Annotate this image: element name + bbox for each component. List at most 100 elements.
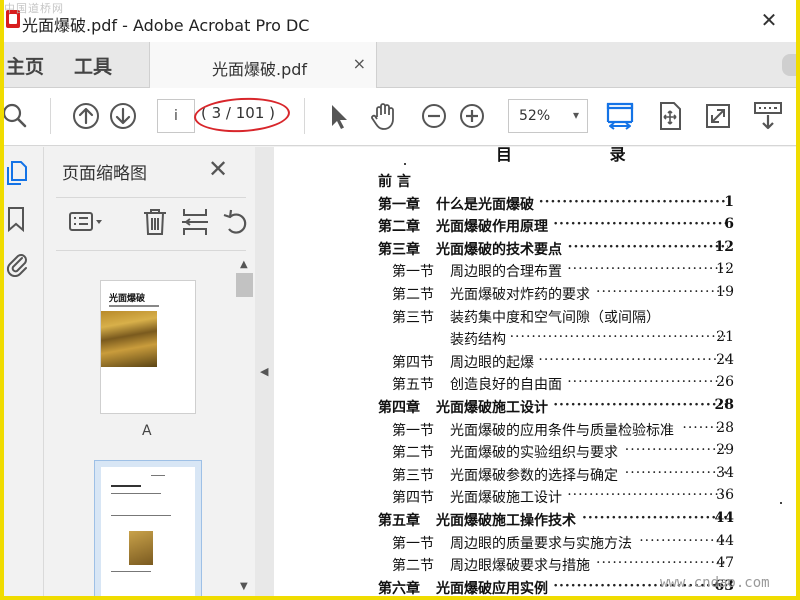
previous-page-button[interactable] (70, 100, 102, 132)
toc-page-number: 19 (716, 284, 734, 300)
thumbnails-scrollbar[interactable]: ▲ ▼ (235, 257, 255, 596)
thumbnail-options-button[interactable] (68, 205, 102, 239)
toc-title: 什么是光面爆破 (436, 196, 534, 213)
site-watermark: www.cndao.com (660, 575, 770, 591)
toc-page-number: 36 (716, 487, 734, 504)
toc-number: 第二节 (392, 558, 434, 575)
arrow-down-circle-icon (110, 103, 136, 129)
bookmarks-button[interactable] (4, 205, 30, 233)
toc-entry[interactable]: 第二节光面爆破的实验组织与要求 ·························… (274, 442, 796, 464)
tab-close-button[interactable]: × (353, 54, 366, 73)
toc-number: 第三章 (378, 241, 420, 258)
toc-title: 周边眼的合理布置 (450, 264, 562, 281)
toc-leader-dots: ········································… (567, 487, 728, 504)
toc-entry[interactable]: 第四节 光面爆破施工设计 ·····························… (274, 487, 796, 509)
keyboard-download-icon (754, 102, 782, 130)
toc-entry[interactable]: 第二节周边眼爆破要求与措施 ···························… (274, 555, 796, 577)
toc-leader-dots: ········································… (639, 532, 728, 549)
rotate-page-button[interactable] (220, 205, 254, 239)
delete-page-button[interactable] (138, 205, 172, 239)
toc-entry[interactable]: 第一节光面爆破的应用条件与质量检验标准·····················… (274, 420, 796, 442)
page-move-icon (660, 102, 681, 130)
thumbnails-list: 光面爆破 A (44, 257, 234, 596)
toc-title: 周边眼的质量要求与实施方法 (450, 535, 632, 552)
highlight-oval-annotation (193, 95, 291, 135)
toc-leader-dots: ········································… (538, 351, 728, 368)
scroll-down-arrow-icon[interactable]: ▼ (240, 581, 248, 592)
thumbnail-page-label: A (142, 423, 152, 439)
toc-leader-dots: ········································… (582, 510, 728, 526)
toc-entry[interactable]: 第三节 装药集中度和空气间隙（或间隔） (274, 307, 796, 329)
page-number-input[interactable]: i (157, 99, 195, 133)
toc-entry[interactable]: 第三节光面爆破参数的选择与确定 ·························… (274, 465, 796, 487)
panel-close-button[interactable]: ✕ (208, 155, 228, 183)
attachments-button[interactable] (4, 249, 30, 277)
hand-tool-button[interactable] (368, 100, 400, 132)
toc-title: 光面爆破施工设计 (450, 490, 562, 507)
toc-entry[interactable]: 装药结构 ····································… (274, 329, 796, 351)
toc-entry[interactable]: 第二章 光面爆破作用原理 ·····························… (274, 216, 796, 238)
toc-entry[interactable]: 第五节 创造良好的自由面 ·····························… (274, 374, 796, 396)
zoom-out-button[interactable] (418, 100, 450, 132)
page-thumbnails-button[interactable] (4, 159, 30, 187)
tab-tools[interactable]: 工具 (74, 52, 112, 79)
document-view[interactable]: 目 录 前 言第一章 什么是光面爆破 ·······················… (274, 147, 796, 596)
toc-title: 光面爆破施工操作技术 (436, 513, 576, 529)
toc-number: 第二章 (378, 219, 420, 236)
toc-leader-dots: ········································… (567, 261, 728, 278)
toc-page-number: 28 (716, 419, 734, 436)
toc-page-number: 24 (716, 351, 734, 368)
toc-entry[interactable]: 第一节周边眼的质量要求与实施方法 ························… (274, 533, 796, 555)
toc-number: 第三节 (392, 467, 434, 484)
toc-number: 第二节 (392, 287, 434, 303)
full-screen-button[interactable] (702, 100, 734, 132)
window-close-button[interactable]: ✕ (758, 8, 780, 32)
toc-page-number: 12 (716, 261, 734, 278)
toc-number: 第一节 (392, 264, 434, 281)
toc-leader-dots: ········································… (538, 193, 728, 210)
toc-page-number: 34 (716, 464, 734, 481)
toc-title: 装药结构 (450, 332, 506, 349)
document-heading: 目 录 (496, 147, 672, 164)
panel-splitter[interactable]: ◀ (255, 147, 274, 596)
zoom-in-button[interactable] (456, 100, 488, 132)
toc-page-number: 28 (714, 397, 734, 413)
zoom-select[interactable]: 52% ▾ (508, 99, 588, 133)
keyboard-shortcuts-button[interactable] (752, 100, 784, 132)
collapse-panel-arrow-icon[interactable]: ◀ (260, 365, 268, 378)
toc-entry[interactable]: 第三章光面爆破的技术要点 ····························… (274, 239, 796, 261)
toc-entry[interactable]: 第四节 周边眼的起爆 ·······························… (274, 352, 796, 374)
page-photo (129, 531, 153, 565)
toc-page-number: 44 (716, 532, 734, 549)
tab-home[interactable]: 主页 (6, 52, 44, 79)
fit-width-button[interactable] (604, 100, 636, 132)
page-thumbnail[interactable]: 光面爆破 (100, 280, 196, 414)
tab-document[interactable]: 光面爆破.pdf × (149, 42, 377, 88)
toolbar-separator (50, 98, 51, 134)
toc-number: 第四节 (392, 354, 434, 371)
toc-page-number: 1 (724, 193, 734, 210)
tab-scroll-handle[interactable] (782, 54, 796, 76)
scrolling-mode-button[interactable] (654, 100, 686, 132)
next-page-button[interactable] (107, 100, 139, 132)
hand-icon (371, 103, 394, 130)
scroll-thumb[interactable] (236, 273, 253, 297)
page-thumbnail-selected[interactable] (94, 460, 202, 596)
toc-entry[interactable]: 第四章 光面爆破施工设计 ·····························… (274, 397, 796, 419)
cursor-arrow-icon (332, 105, 347, 129)
toc-entry[interactable]: 第一节 周边眼的合理布置 ·····························… (274, 261, 796, 283)
scroll-up-arrow-icon[interactable]: ▲ (240, 259, 248, 270)
text-line (111, 571, 151, 572)
toc-entry[interactable]: 第五章光面爆破施工操作技术 ···························… (274, 510, 796, 532)
toc-entry[interactable]: 前 言 (274, 171, 796, 193)
acrobat-window: 中国道桥网 光面爆破.pdf - Adobe Acrobat Pro DC ✕ … (4, 0, 796, 596)
search-button[interactable] (4, 100, 32, 132)
insert-page-button[interactable] (178, 205, 212, 239)
toc-entry[interactable]: 第一章 什么是光面爆破 ······························… (274, 194, 796, 216)
divider (56, 197, 246, 198)
bookmark-icon (8, 207, 24, 233)
toc-number: 第五节 (392, 377, 434, 394)
toc-entry[interactable]: 第二节光面爆破对炸药的要求 ···························… (274, 284, 796, 306)
minus-circle-icon (422, 104, 446, 128)
select-tool-button[interactable] (322, 100, 354, 132)
